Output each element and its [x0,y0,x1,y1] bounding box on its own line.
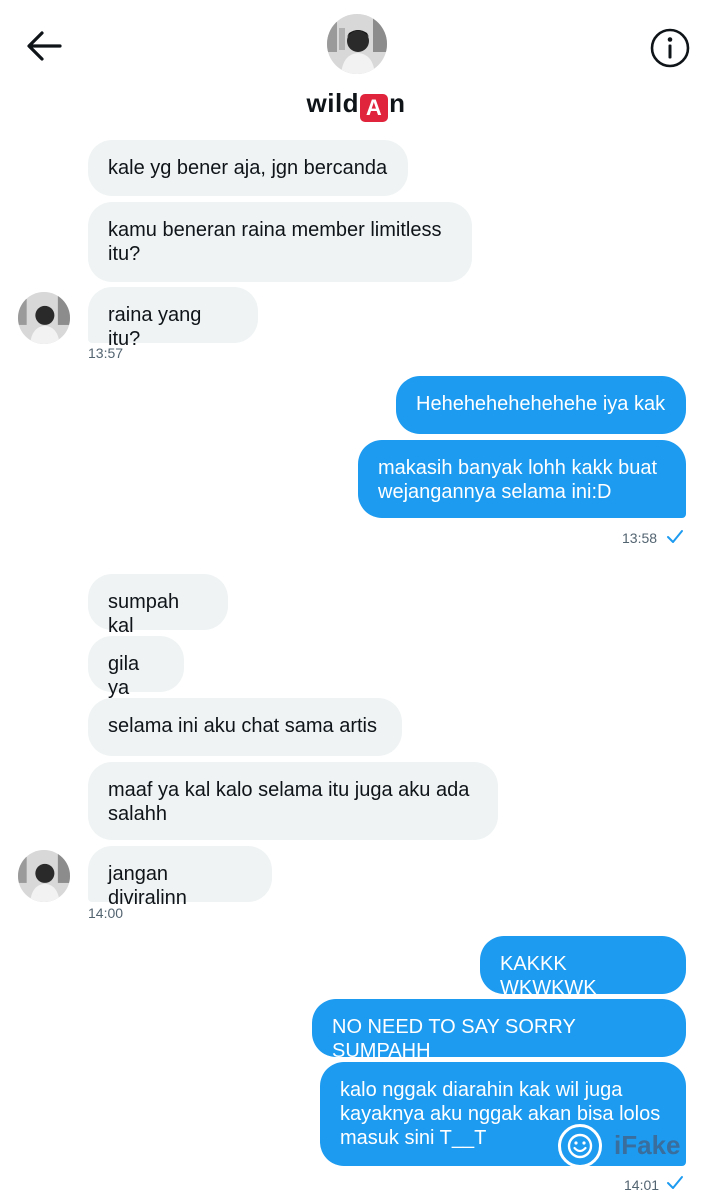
avatar[interactable] [18,850,70,902]
message-outgoing[interactable]: KAKKK WKWKWK [480,936,686,999]
message-timestamp: 13:57 [88,345,124,361]
message-incoming[interactable]: raina yang itu? [88,287,258,350]
conversation-header: wild An [0,0,712,128]
watermark-text: iFake [614,1130,681,1160]
avatar[interactable] [327,14,387,74]
contact-name-prefix: wild [306,88,360,118]
a-button-icon: A [360,94,389,122]
message-incoming[interactable]: kamu beneran raina member limitless itu? [88,202,472,282]
message-incoming[interactable]: sumpah kal [88,574,228,637]
watermark: iFake [558,1124,688,1168]
message-incoming[interactable]: jangan diviralinn [88,846,272,909]
checkmark-icon [667,1176,683,1189]
message-incoming[interactable]: selama ini aku chat sama artis [88,698,402,756]
message-outgoing[interactable]: Hehehehehehehehe iya kak [396,376,686,434]
message-incoming[interactable]: maaf ya kal kalo selama itu juga aku ada… [88,762,498,840]
checkmark-icon [667,530,683,543]
contact-name: wild An [0,88,712,122]
message-incoming[interactable]: kale yg bener aja, jgn bercanda [88,140,408,196]
message-timestamp: 14:01 [624,1177,660,1193]
message-outgoing[interactable]: makasih banyak lohh kakk buat wejanganny… [358,440,686,518]
smiley-icon [558,1124,602,1168]
message-timestamp: 14:00 [88,905,124,921]
message-outgoing[interactable]: NO NEED TO SAY SORRY SUMPAHH [312,999,686,1062]
arrow-left-icon [27,31,62,61]
profile-photo [18,292,70,344]
info-circle-icon [650,28,690,68]
info-button[interactable] [648,26,692,70]
profile-photo [18,850,70,902]
message-incoming[interactable]: gila ya [88,636,184,699]
avatar[interactable] [18,292,70,344]
message-timestamp: 13:58 [622,530,658,546]
contact-name-suffix: n [389,88,406,118]
back-button[interactable] [22,26,66,66]
profile-photo [327,14,387,74]
